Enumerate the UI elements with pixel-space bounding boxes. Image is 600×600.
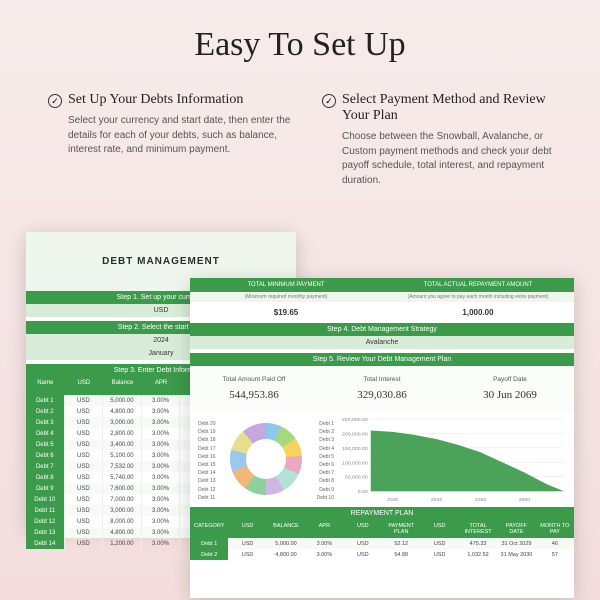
svg-text:100,000.00: 100,000.00 <box>342 460 368 466</box>
totals-header: TOTAL MINIMUM PAYMENT TOTAL ACTUAL REPAY… <box>190 278 574 292</box>
summary-stats: Total Amount Paid Off 544,953.86 Total In… <box>190 366 574 411</box>
min-payment-value: $19.65 <box>190 302 382 323</box>
min-payment-hint: (Minimum required monthly payment) <box>190 292 382 302</box>
svg-text:2040: 2040 <box>431 497 443 503</box>
screenshots-area: DEBT MANAGEMENT Step 1. Set up your curr… <box>0 220 600 600</box>
plan-body: Debt 1USD5,000.003.00%USD52.12USD475.333… <box>190 538 574 560</box>
svg-text:200,000.00: 200,000.00 <box>342 431 368 437</box>
step4-bar: Step 4. Debt Management Strategy <box>190 323 574 336</box>
feature-desc: Select your currency and start date, the… <box>48 114 294 158</box>
feature-title: Select Payment Method and Review Your Pl… <box>342 92 568 124</box>
stat-value: 30 Jun 2069 <box>450 389 570 401</box>
feature-desc: Choose between the Snowball, Avalanche, … <box>322 130 568 188</box>
min-payment-label: TOTAL MINIMUM PAYMENT <box>190 278 382 292</box>
feature-review: Select Payment Method and Review Your Pl… <box>322 92 568 188</box>
check-icon <box>322 94 336 108</box>
actual-repay-label: TOTAL ACTUAL REPAYMENT AMOUNT <box>382 278 574 292</box>
svg-text:50,000.00: 50,000.00 <box>345 475 368 481</box>
svg-text:250,000.00: 250,000.00 <box>342 417 368 423</box>
stat-label: Total Amount Paid Off <box>194 376 314 383</box>
debt-plan-sheet: TOTAL MINIMUM PAYMENT TOTAL ACTUAL REPAY… <box>190 278 574 598</box>
stat-value: 329,030.86 <box>322 389 442 401</box>
table-row: Debt 1USD5,000.003.00%USD52.12USD475.333… <box>190 538 574 549</box>
svg-text:2050: 2050 <box>475 497 487 503</box>
balance-area-chart: 0.00 50,000.00 100,000.00 150,000.00 200,000… <box>342 415 568 503</box>
table-row: Debt 2USD4,800.003.00%USD54.88USD1,032.5… <box>190 549 574 560</box>
svg-text:2060: 2060 <box>519 497 531 503</box>
actual-repay-hint: (Amount you agree to pay each month incl… <box>382 292 574 302</box>
charts-row: Debt 20Debt 19Debt 18Debt 17Debt 16Debt … <box>190 411 574 507</box>
svg-text:2030: 2030 <box>387 497 399 503</box>
check-icon <box>48 94 62 108</box>
repayment-plan-title: REPAYMENT PLAN <box>190 507 574 520</box>
svg-text:0.00: 0.00 <box>358 489 368 495</box>
step5-bar: Step 5. Review Your Debt Management Plan <box>190 353 574 366</box>
actual-repay-value: 1,000.00 <box>382 302 574 323</box>
strategy-value: Avalanche <box>190 336 574 349</box>
svg-text:150,000.00: 150,000.00 <box>342 446 368 452</box>
stat-label: Total Interest <box>322 376 442 383</box>
plan-header: CATEGORYUSDBALANCEAPRUSDPAYMENT PLANUSDT… <box>190 520 574 538</box>
features-row: Set Up Your Debts Information Select you… <box>0 64 600 188</box>
stat-value: 544,953.86 <box>194 389 314 401</box>
stat-label: Payoff Date <box>450 376 570 383</box>
feature-title: Set Up Your Debts Information <box>68 92 243 108</box>
debt-donut-chart: Debt 20Debt 19Debt 18Debt 17Debt 16Debt … <box>196 415 336 503</box>
feature-setup: Set Up Your Debts Information Select you… <box>48 92 294 188</box>
page-title: Easy To Set Up <box>0 0 600 64</box>
